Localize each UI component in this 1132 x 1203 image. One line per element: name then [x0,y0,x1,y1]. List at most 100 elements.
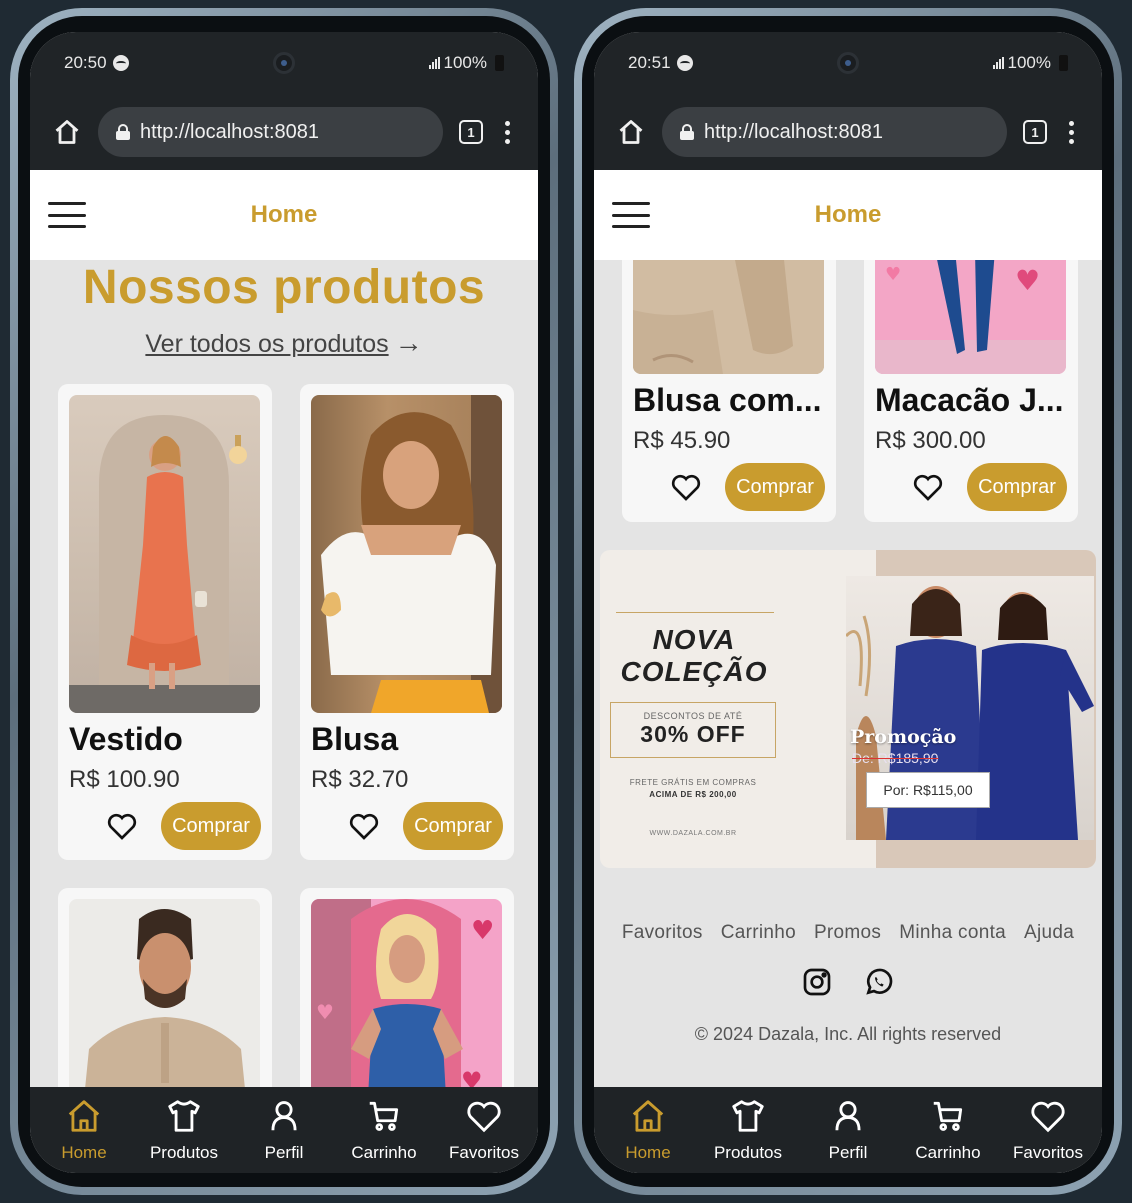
nav-carrinho[interactable]: Carrinho [908,1097,988,1163]
phone-screen: 20:50 100% http://localhost:8081 1 Home … [30,32,538,1173]
nav-favoritos[interactable]: Favoritos [1008,1097,1088,1163]
see-all-products-link[interactable]: Ver todos os produtos → [30,327,538,359]
product-card: Blusa com... R$ 45.90 Comprar [622,260,836,522]
buy-button[interactable]: Comprar [967,463,1067,511]
product-image-knit-set [633,260,824,374]
nav-label: Carrinho [351,1143,417,1162]
svg-text:♥: ♥ [1015,264,1040,297]
battery-percent: 100% [443,53,487,72]
banner-website: WWW.DAZALA.COM.BR [649,830,737,837]
product-name: Blusa [311,721,399,757]
battery-icon [1059,55,1068,71]
hamburger-menu-icon[interactable] [48,202,86,228]
svg-text:♥: ♥ [316,1000,334,1024]
browser-toolbar: http://localhost:8081 1 [30,94,538,170]
home-icon [632,1100,664,1132]
shipping-line2: ACIMA DE R$ 200,00 [649,790,737,799]
tab-switcher-button[interactable]: 1 [459,120,483,144]
phone-left: 20:50 100% http://localhost:8081 1 Home … [10,8,558,1195]
product-price: R$ 300.00 [875,427,986,454]
favorite-heart-icon[interactable] [911,471,945,503]
svg-text:♥: ♥ [471,916,494,946]
lock-icon [116,124,130,140]
address-bar[interactable]: http://localhost:8081 [98,107,443,157]
product-name: Blusa com... [633,382,822,418]
person-icon [835,1101,861,1131]
favorite-heart-icon[interactable] [347,810,381,842]
product-price: R$ 100.90 [69,766,180,793]
front-camera [273,52,295,74]
browser-home-button[interactable] [616,117,646,147]
product-price: R$ 45.90 [633,427,731,454]
discount-value: 30% OFF [640,721,746,747]
product-price: R$ 32.70 [311,766,409,793]
status-bar: 20:51 100% [594,32,1102,94]
phone-right: 20:51 100% http://localhost:8081 1 Home [574,8,1122,1195]
home-outline-icon [619,120,643,144]
nav-carrinho[interactable]: Carrinho [344,1097,424,1163]
product-photo[interactable]: ♥ ♥ [875,260,1066,374]
nav-favoritos[interactable]: Favoritos [444,1097,524,1163]
promo-title: Promoção [850,726,957,748]
shirt-icon [168,1100,200,1132]
footer-links: Favoritos Carrinho Promos Minha conta Aj… [594,922,1102,944]
page-title: Home [814,201,882,228]
buy-button[interactable]: Comprar [725,463,825,511]
footer-link-carrinho[interactable]: Carrinho [721,922,796,944]
footer-link-favoritos[interactable]: Favoritos [622,922,703,944]
arrow-right-icon: → [394,327,423,358]
page-content: Blusa com... R$ 45.90 Comprar ♥ ♥ Macacã… [594,260,1102,1173]
browser-menu-button[interactable] [1063,120,1080,144]
footer-link-promos[interactable]: Promos [814,922,881,944]
status-time-group: 20:50 [64,53,129,73]
product-name: Macacão J... [875,382,1064,418]
spotify-icon [112,55,129,71]
nav-perfil[interactable]: Perfil [244,1097,324,1163]
whatsapp-icon[interactable] [863,966,895,998]
banner-title-line1: NOVA [652,624,736,655]
nav-label: Produtos [713,1143,783,1162]
browser-home-button[interactable] [52,117,82,147]
discount-box: DESCONTOS DE ATÉ 30% OFF [610,702,776,758]
nav-label: Perfil [828,1143,868,1162]
footer-link-minha-conta[interactable]: Minha conta [899,922,1006,944]
nav-home[interactable]: Home [608,1097,688,1163]
product-photo[interactable] [311,395,502,713]
status-right: 100% [428,53,504,73]
promo-banner[interactable]: NOVA COLEÇÃO DESCONTOS DE ATÉ 30% OFF FR… [600,550,1096,868]
home-icon [68,1100,100,1132]
tab-switcher-button[interactable]: 1 [1023,120,1047,144]
spotify-icon [676,55,693,71]
home-outline-icon [55,120,79,144]
product-actions: Comprar [875,463,1067,511]
bottom-nav: Home Produtos Perfil Carrinho Favoritos [594,1087,1102,1173]
buy-button[interactable]: Comprar [161,802,261,850]
battery-percent: 100% [1007,53,1051,72]
browser-toolbar: http://localhost:8081 1 [594,94,1102,170]
nav-produtos[interactable]: Produtos [144,1097,224,1163]
product-photo[interactable] [69,395,260,713]
see-all-label: Ver todos os produtos [145,330,389,358]
instagram-icon[interactable] [801,966,833,998]
nav-label: Perfil [264,1143,304,1162]
nav-home[interactable]: Home [44,1097,124,1163]
product-photo[interactable] [633,260,824,374]
product-actions: Comprar [311,802,503,850]
address-bar[interactable]: http://localhost:8081 [662,107,1007,157]
nav-label: Home [625,1143,671,1162]
footer-link-ajuda[interactable]: Ajuda [1024,922,1074,944]
status-time-group: 20:51 [628,53,693,73]
hamburger-menu-icon[interactable] [612,202,650,228]
buy-button[interactable]: Comprar [403,802,503,850]
favorite-heart-icon[interactable] [105,810,139,842]
nav-perfil[interactable]: Perfil [808,1097,888,1163]
nav-produtos[interactable]: Produtos [708,1097,788,1163]
banner-title-line2: COLEÇÃO [620,656,768,687]
front-camera [837,52,859,74]
section-heading: Nossos produtos [82,261,486,314]
favorite-heart-icon[interactable] [669,471,703,503]
page-title: Home [250,201,318,228]
product-card: Vestido R$ 100.90 Comprar [58,384,272,860]
status-time: 20:50 [64,53,107,72]
browser-menu-button[interactable] [499,120,516,144]
